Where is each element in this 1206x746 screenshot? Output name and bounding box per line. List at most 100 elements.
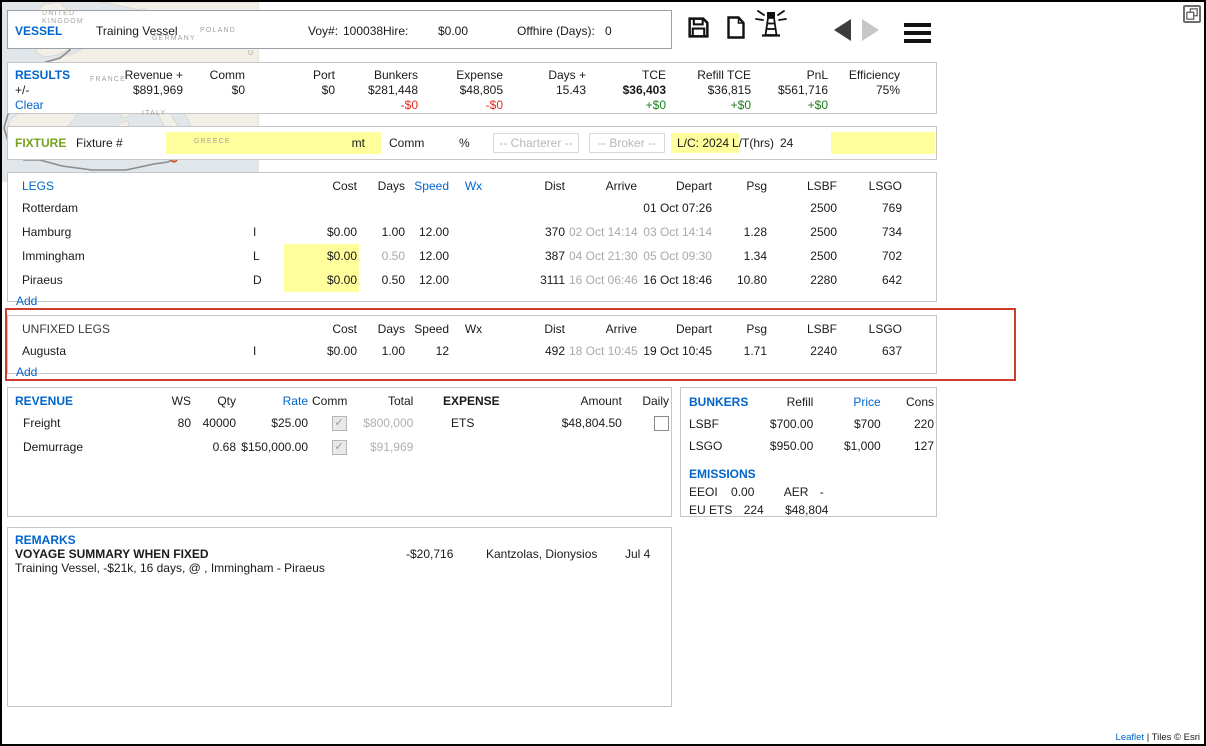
legs-title: LEGS bbox=[14, 176, 249, 196]
qty-value[interactable]: 40000 bbox=[193, 411, 238, 435]
menu-icon[interactable] bbox=[904, 19, 931, 47]
leg-lsgo: 702 bbox=[839, 244, 904, 268]
results-panel: RESULTS +/- Clear Revenue +$891,969 Comm… bbox=[7, 62, 937, 114]
broker-select[interactable]: -- Broker -- bbox=[589, 133, 665, 153]
forward-icon[interactable] bbox=[860, 18, 880, 45]
add-leg-link[interactable]: Add bbox=[16, 294, 37, 308]
revenue-panel: REVENUE WS Qty Rate Comm Total Freight 8… bbox=[7, 387, 672, 517]
leg-wx bbox=[451, 196, 496, 220]
leg-psg: 1.28 bbox=[714, 220, 769, 244]
leg-wx bbox=[451, 339, 496, 363]
col-header-price[interactable]: Price bbox=[815, 391, 882, 413]
leg-arrive: 04 Oct 21:30 bbox=[567, 244, 639, 268]
results-col-revenue: Revenue +$891,969 bbox=[77, 68, 183, 113]
col-header-dist: Dist bbox=[496, 176, 567, 196]
leg-row: Rotterdam 01 Oct 07:26 2500 769 bbox=[14, 196, 904, 220]
leg-speed[interactable]: 12.00 bbox=[407, 268, 451, 292]
results-col-days: Days +15.43 bbox=[503, 68, 586, 113]
leg-lsbf: 2500 bbox=[769, 244, 839, 268]
leg-cost[interactable]: $0.00 bbox=[284, 268, 359, 292]
leg-days bbox=[359, 196, 407, 220]
hire-value[interactable]: $0.00 bbox=[438, 24, 468, 38]
leg-row: Hamburg I $0.00 1.00 12.00 370 02 Oct 14… bbox=[14, 220, 904, 244]
eeoi-value: 0.00 bbox=[731, 485, 754, 499]
col-header-days: Days bbox=[359, 176, 407, 196]
ws-value[interactable]: 80 bbox=[160, 411, 193, 435]
qty-value[interactable]: 0.68 bbox=[193, 435, 238, 459]
leg-depart: 16 Oct 18:46 bbox=[639, 268, 714, 292]
fuel-label: LSBF bbox=[686, 413, 750, 435]
col-header-refill: Refill bbox=[750, 391, 815, 413]
vessel-name-field[interactable]: Training Vessel bbox=[96, 24, 178, 38]
leg-port[interactable]: Piraeus bbox=[14, 268, 249, 292]
col-header-psg: Psg bbox=[714, 176, 769, 196]
leg-port[interactable]: Hamburg bbox=[14, 220, 249, 244]
comm-checkbox[interactable] bbox=[332, 416, 347, 431]
leg-cost[interactable]: $0.00 bbox=[284, 339, 359, 363]
refill-value[interactable]: $950.00 bbox=[750, 435, 815, 457]
rate-value[interactable]: $25.00 bbox=[238, 411, 310, 435]
leg-cost[interactable]: $0.00 bbox=[284, 244, 359, 268]
ws-value bbox=[160, 435, 193, 459]
clear-link[interactable]: Clear bbox=[15, 98, 77, 113]
bunkers-header-row: BUNKERS Refill Price Cons bbox=[686, 391, 936, 413]
add-unfixed-leg-link[interactable]: Add bbox=[16, 365, 37, 379]
col-header-daily: Daily bbox=[624, 391, 671, 411]
eu-ets-value: 224 bbox=[744, 503, 764, 517]
price-value[interactable]: $700 bbox=[815, 413, 882, 435]
col-header-arrive: Arrive bbox=[567, 319, 639, 339]
leg-lsgo: 642 bbox=[839, 268, 904, 292]
leg-port[interactable]: Immingham bbox=[14, 244, 249, 268]
voyage-estimator-app: { "colors": { "accent_blue": "#0066cc", … bbox=[0, 0, 1206, 746]
col-header-speed[interactable]: Speed bbox=[407, 176, 451, 196]
save-icon[interactable] bbox=[686, 15, 711, 43]
legs-panel: LEGS Cost Days Speed Wx Dist Arrive Depa… bbox=[7, 172, 937, 302]
unfixed-legs-title: UNFIXED LEGS bbox=[14, 319, 249, 339]
leg-depart: 03 Oct 14:14 bbox=[639, 220, 714, 244]
leg-port[interactable]: Augusta bbox=[14, 339, 249, 363]
leg-days[interactable]: 1.00 bbox=[359, 339, 407, 363]
leg-arrive: 18 Oct 10:45 bbox=[567, 339, 639, 363]
laycan-field[interactable]: L/C: 2024 bbox=[671, 133, 739, 153]
eu-ets-cost: $48,804 bbox=[785, 503, 828, 517]
charterer-select[interactable]: -- Charterer -- bbox=[493, 133, 579, 153]
cargo-quantity-input[interactable] bbox=[166, 132, 381, 154]
col-header-dist: Dist bbox=[496, 319, 567, 339]
comm-checkbox[interactable] bbox=[332, 440, 347, 455]
eu-ets-label: EU ETS bbox=[689, 503, 732, 517]
emissions-title: EMISSIONS bbox=[689, 467, 936, 485]
leg-speed[interactable]: 12.00 bbox=[407, 244, 451, 268]
rate-value[interactable]: $150,000.00 bbox=[238, 435, 310, 459]
cons-value[interactable]: 220 bbox=[883, 413, 936, 435]
leg-days[interactable]: 1.00 bbox=[359, 220, 407, 244]
leg-psg: 1.34 bbox=[714, 244, 769, 268]
results-col-comm: Comm$0 bbox=[183, 68, 245, 113]
leg-dist: 3111 bbox=[496, 268, 567, 292]
leg-row: Piraeus D $0.00 0.50 12.00 3111 16 Oct 0… bbox=[14, 268, 904, 292]
daily-checkbox[interactable] bbox=[654, 416, 669, 431]
offhire-label: Offhire (Days): bbox=[517, 24, 595, 38]
col-header-rate[interactable]: Rate bbox=[238, 391, 310, 411]
leg-speed[interactable]: 12 bbox=[407, 339, 451, 363]
leg-type: L bbox=[249, 244, 284, 268]
leg-cost[interactable]: $0.00 bbox=[284, 220, 359, 244]
lighthouse-icon[interactable] bbox=[754, 8, 788, 45]
voyage-number-value[interactable]: 100038 bbox=[343, 24, 383, 38]
laytime-value[interactable]: 24 bbox=[780, 136, 793, 150]
leg-days[interactable]: 0.50 bbox=[359, 268, 407, 292]
price-value[interactable]: $1,000 bbox=[815, 435, 882, 457]
leg-days[interactable]: 0.50 bbox=[359, 244, 407, 268]
back-icon[interactable] bbox=[833, 18, 853, 45]
col-header-cost: Cost bbox=[284, 176, 359, 196]
results-col-pnl: PnL$561,716+$0 bbox=[751, 68, 828, 113]
fixture-extra-input[interactable] bbox=[831, 132, 935, 154]
amount-value[interactable]: $48,804.50 bbox=[502, 411, 624, 435]
leg-port[interactable]: Rotterdam bbox=[14, 196, 249, 220]
leg-speed[interactable]: 12.00 bbox=[407, 220, 451, 244]
col-header-wx[interactable]: Wx bbox=[451, 176, 496, 196]
offhire-value[interactable]: 0 bbox=[605, 24, 612, 38]
copy-icon[interactable] bbox=[724, 15, 748, 43]
refill-value[interactable]: $700.00 bbox=[750, 413, 815, 435]
cons-value[interactable]: 127 bbox=[883, 435, 936, 457]
results-col-refill-tce: Refill TCE$36,815+$0 bbox=[666, 68, 751, 113]
